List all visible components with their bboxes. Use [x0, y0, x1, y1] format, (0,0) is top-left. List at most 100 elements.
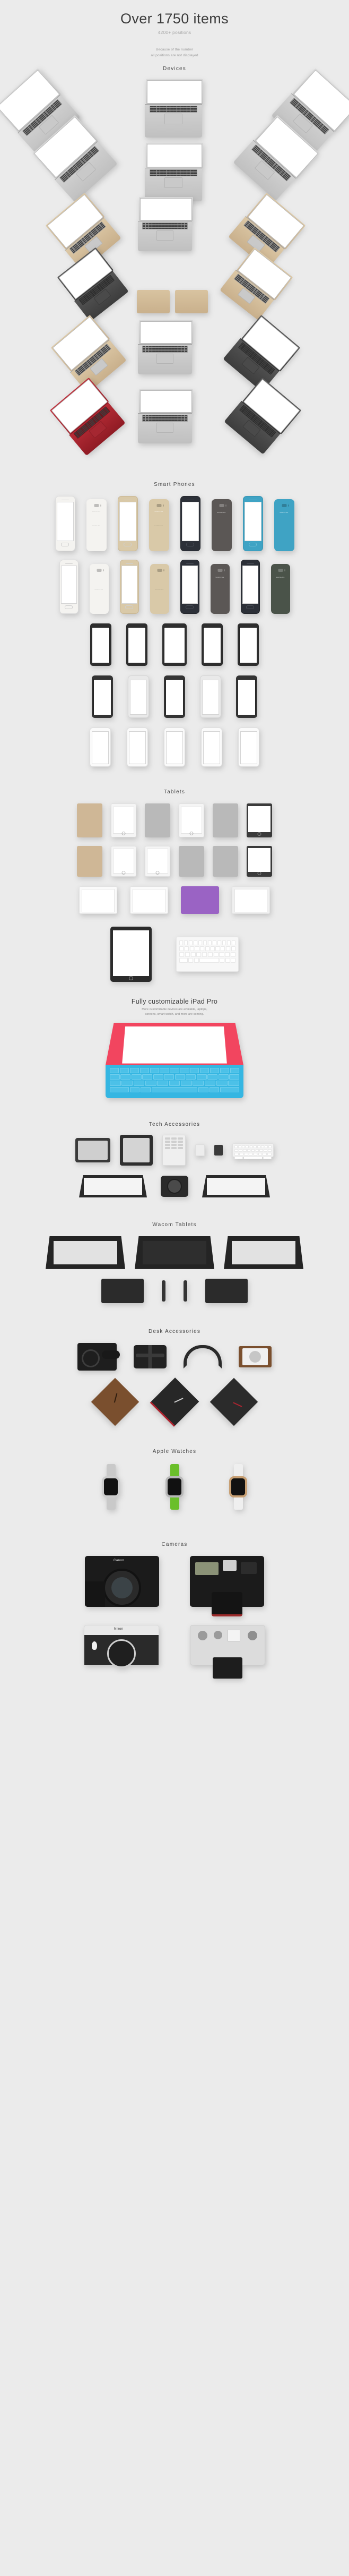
tablet-dark-front[interactable] [247, 845, 272, 877]
external-drive[interactable] [75, 1137, 110, 1162]
brand-label: SAMSUNG [154, 510, 163, 512]
phone-back-gray[interactable]: SAMSUNG [210, 563, 230, 614]
phone-white-slab[interactable] [164, 727, 185, 767]
stylus-pen[interactable] [184, 1280, 187, 1302]
tablet-silver-back[interactable] [213, 803, 238, 837]
tablet-white-front[interactable] [111, 845, 136, 877]
ipad-pro-mockup[interactable] [106, 1022, 243, 1098]
wacom-tablet-large[interactable] [46, 1236, 125, 1269]
phone-back-blue[interactable]: SAMSUNG [274, 499, 294, 551]
ipad-pro-screen[interactable] [106, 1022, 243, 1065]
laptop-space-gray[interactable] [224, 378, 302, 455]
wacom-tablet-small[interactable] [101, 1278, 144, 1303]
speaker-round[interactable] [161, 1175, 188, 1197]
phone-back-gold[interactable]: SAMSUNG SAMSUNG [149, 499, 169, 551]
tablet-gold-back[interactable] [77, 845, 102, 877]
wall-clock-dark[interactable] [150, 1377, 199, 1427]
small-dongle[interactable] [195, 1144, 205, 1156]
phone-white-slab[interactable] [201, 727, 222, 767]
phone-dark-slab[interactable] [236, 675, 257, 718]
phone-light-slab[interactable] [200, 675, 221, 718]
wacom-tablet-large[interactable] [224, 1236, 303, 1269]
phone-dark-slab[interactable] [202, 623, 223, 666]
ipad-pro-keyboard[interactable] [106, 1065, 243, 1098]
wall-clock-wood[interactable] [91, 1378, 139, 1426]
wacom-row-1 [0, 1236, 349, 1269]
tablet-white-front[interactable] [111, 803, 136, 837]
camera-row-2: Nikon [0, 1624, 349, 1679]
display-monitor[interactable] [79, 1175, 147, 1197]
tablet-landscape-purple[interactable] [181, 886, 219, 914]
laptop-silver[interactable] [138, 197, 193, 252]
phone-dark-slab[interactable] [90, 623, 111, 666]
laptop-silver[interactable] [145, 143, 203, 202]
phone-back-white[interactable]: SAMSUNG [89, 563, 109, 614]
phone-front-white[interactable] [59, 559, 78, 614]
stylus-pen[interactable] [162, 1280, 165, 1302]
phone-front-white[interactable] [55, 496, 75, 551]
ipad-portrait-black[interactable] [110, 926, 152, 982]
phone-dark-slab-wide[interactable] [162, 623, 187, 666]
tablet-white-front[interactable] [179, 803, 204, 837]
wacom-tablet-large[interactable] [135, 1236, 214, 1269]
ipad-pro-block: Fully customizable iPad Pro More customi… [0, 998, 349, 1098]
phone-white-slab[interactable] [238, 727, 259, 767]
rangefinder-camera-top[interactable] [190, 1624, 265, 1679]
vr-headset[interactable] [134, 1345, 167, 1368]
phone-front-black[interactable] [180, 559, 199, 614]
phone-back-white[interactable]: SAMSUNG SAMSUNG [86, 499, 107, 551]
brand-label: SAMSUNG [155, 588, 164, 590]
laptop-silver[interactable] [145, 79, 203, 138]
phone-dark-slab[interactable] [238, 623, 259, 666]
phone-front-black[interactable] [240, 559, 260, 614]
tablet-white-front[interactable] [145, 845, 170, 877]
tablet-gold-back[interactable] [77, 803, 102, 837]
phone-dark-slab[interactable] [126, 623, 147, 666]
hero-note-line2: all positions are not displayed [151, 53, 198, 57]
laptop-silver[interactable] [138, 320, 193, 375]
phone-light-slab[interactable] [128, 675, 149, 718]
hero-note-line1: Because of the number [155, 48, 194, 52]
magic-keyboard[interactable] [232, 1143, 274, 1160]
small-dongle-dark[interactable] [214, 1144, 223, 1156]
tablet-landscape-white[interactable] [130, 886, 168, 914]
phone-front-black[interactable] [180, 496, 200, 551]
router-device[interactable] [120, 1134, 153, 1166]
phone-front-gold[interactable] [117, 496, 138, 551]
display-monitor[interactable] [202, 1175, 270, 1197]
laptop-gold[interactable] [220, 247, 293, 321]
phone-back-gray[interactable]: SAMSUNG [211, 499, 232, 551]
laptop-closed-gold[interactable] [175, 290, 208, 314]
rangefinder-camera-front[interactable]: Nikon [84, 1624, 159, 1668]
tablet-silver-back[interactable] [145, 803, 170, 837]
headphones[interactable] [184, 1345, 222, 1368]
laptop-space-gray[interactable] [57, 247, 130, 322]
tablet-silver-back[interactable] [179, 845, 204, 877]
dslr-camera-top[interactable] [190, 1555, 264, 1616]
tablet-silver-back[interactable] [213, 845, 238, 877]
bluetooth-keyboard[interactable] [176, 936, 239, 972]
radio-speaker[interactable] [239, 1346, 272, 1367]
wall-clock-dark[interactable] [210, 1378, 258, 1426]
phone-front-gold[interactable] [119, 559, 139, 614]
tablet-dark-front[interactable] [247, 803, 272, 837]
apple-watch-gold[interactable] [226, 1464, 250, 1510]
apple-watch-green[interactable] [163, 1464, 186, 1510]
phone-front-blue[interactable] [242, 496, 263, 551]
wacom-tablet-small[interactable] [205, 1278, 248, 1303]
phone-dark-slab[interactable] [92, 675, 113, 718]
phone-back-gold[interactable]: SAMSUNG [150, 563, 169, 614]
tablet-landscape-white[interactable] [232, 886, 270, 914]
dslr-camera-front[interactable]: Canon [85, 1555, 159, 1607]
apple-watch-silver[interactable] [99, 1464, 123, 1510]
phone-back-green[interactable]: SAMSUNG [271, 563, 290, 614]
tablet-landscape-white[interactable] [79, 886, 117, 914]
laptop-silver[interactable] [138, 389, 193, 444]
remote-control[interactable] [162, 1134, 186, 1166]
phone-dark-slab[interactable] [164, 675, 185, 718]
laptop-red[interactable] [49, 378, 126, 456]
phone-white-slab[interactable] [127, 727, 148, 767]
rotary-telephone[interactable] [77, 1342, 120, 1371]
laptop-closed-gold[interactable] [137, 290, 170, 314]
phone-white-slab[interactable] [90, 727, 111, 767]
